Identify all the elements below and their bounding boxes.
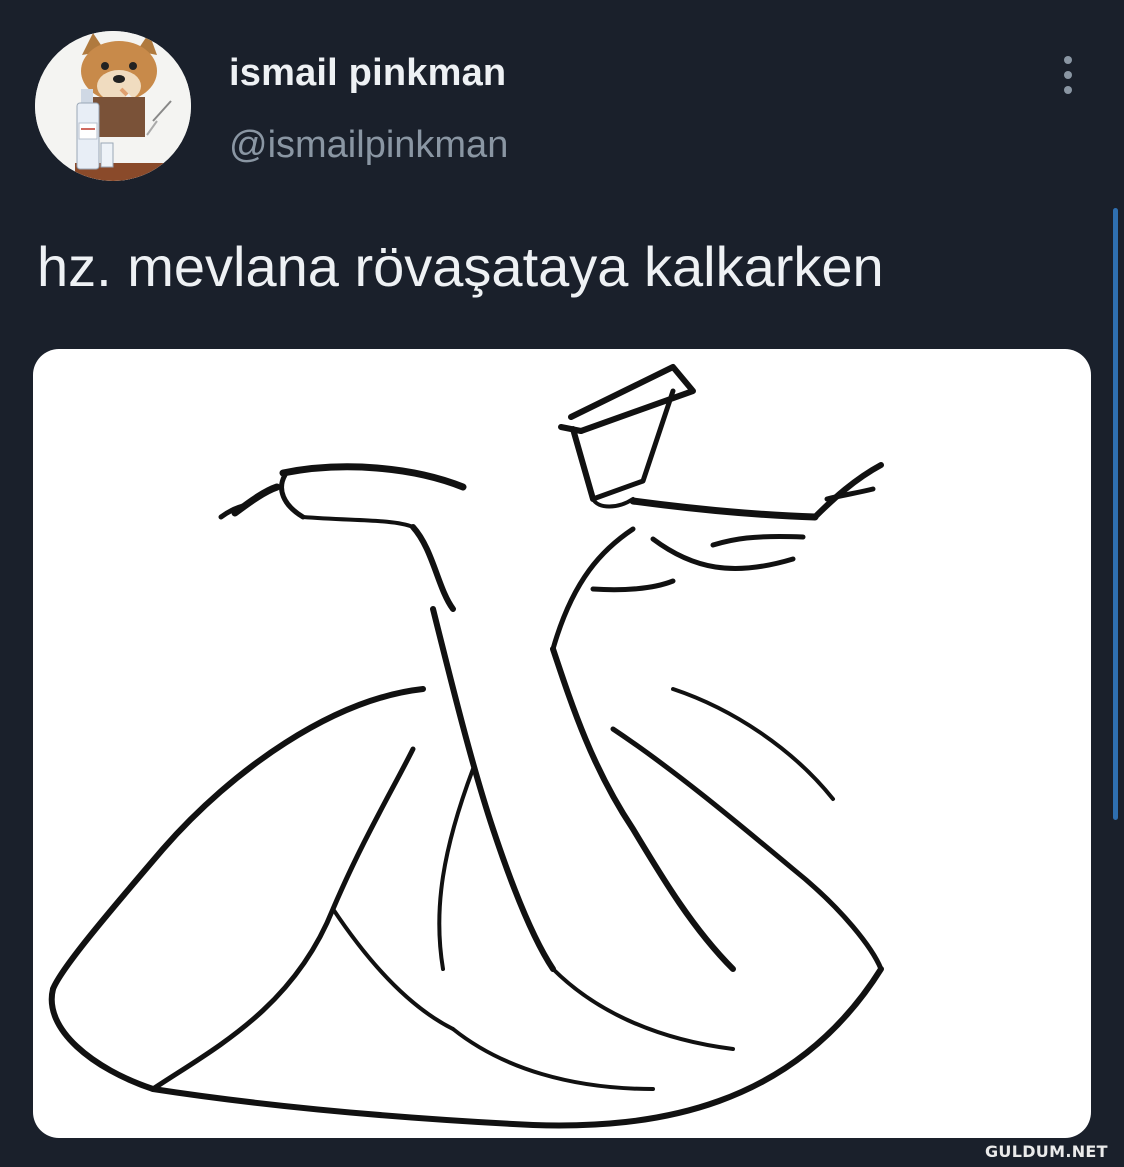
scrollbar[interactable] [1113, 208, 1118, 820]
more-vertical-icon [1064, 56, 1072, 64]
whirling-dervish-drawing [48, 364, 884, 1129]
author-handle[interactable]: @ismailpinkman [229, 124, 508, 167]
profile-avatar[interactable] [35, 31, 191, 181]
site-watermark: GULDUM.NET [985, 1142, 1108, 1161]
author-display-name[interactable]: ismail pinkman [229, 52, 506, 95]
tweet-text: hz. mevlana rövaşataya kalkarken [37, 235, 884, 298]
dog-avatar-icon [35, 31, 191, 181]
more-options-button[interactable] [1052, 52, 1084, 98]
tweet-media-image[interactable] [33, 349, 1091, 1138]
tweet-page: ismail pinkman @ismailpinkman hz. mevlan… [0, 0, 1124, 1167]
